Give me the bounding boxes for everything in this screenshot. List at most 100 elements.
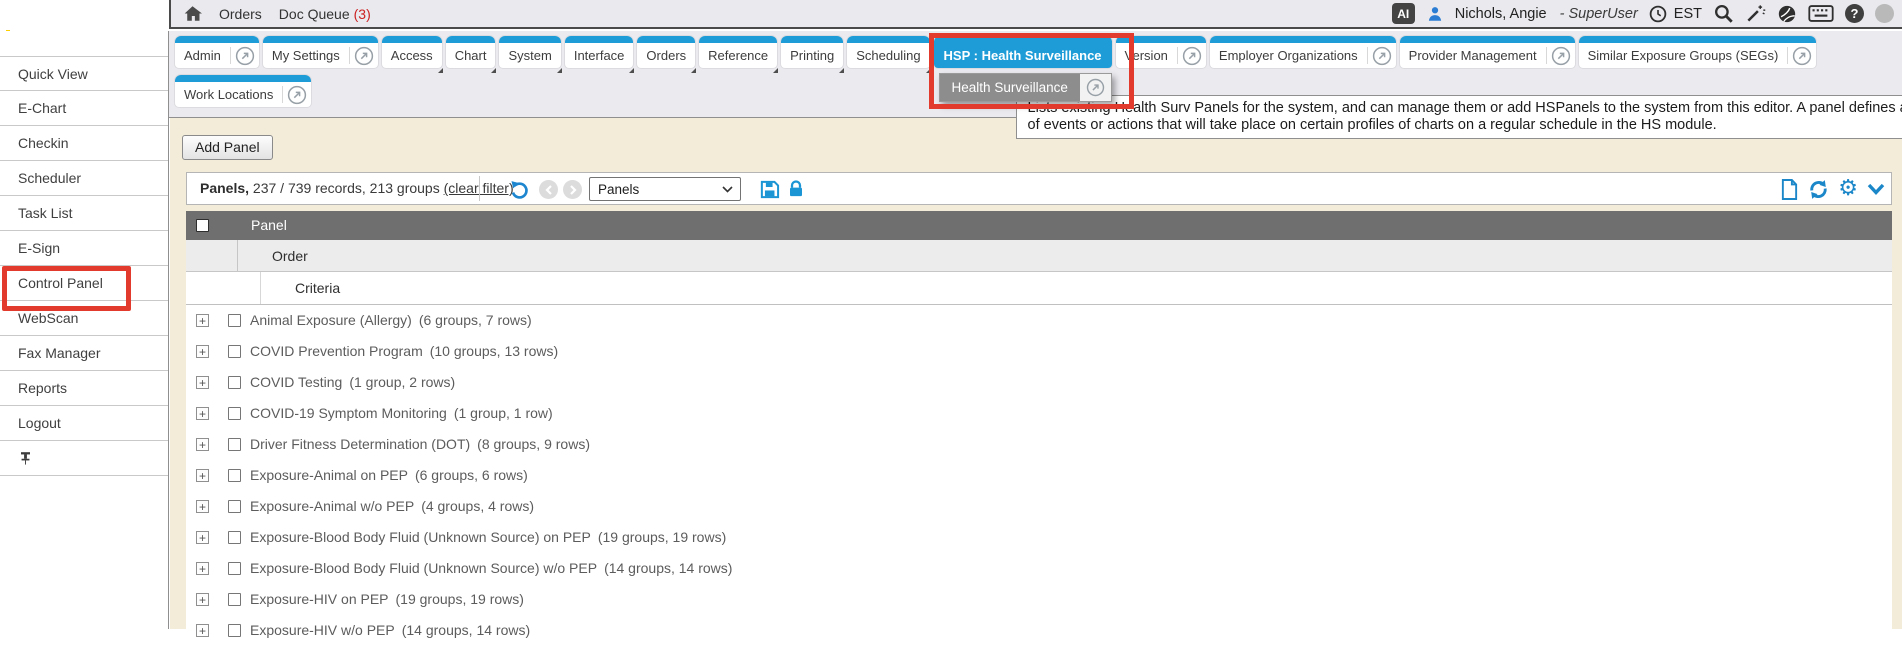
menu-item-health-surveillance[interactable]: Health Surveillance <box>939 73 1112 102</box>
popout-icon[interactable] <box>1788 46 1816 66</box>
expand-icon[interactable]: + <box>196 469 209 482</box>
table-row[interactable]: + Exposure-Blood Body Fluid (Unknown Sou… <box>186 522 1892 553</box>
popout-icon[interactable] <box>1547 46 1575 66</box>
tab-reference[interactable]: Reference <box>699 36 777 68</box>
sidebar-pin-toggle[interactable] <box>0 441 168 476</box>
collapse-chevron-icon[interactable] <box>1867 183 1885 195</box>
row-checkbox[interactable] <box>228 376 241 389</box>
row-checkbox[interactable] <box>228 531 241 544</box>
table-row[interactable]: + Exposure-Animal on PEP(6 groups, 6 row… <box>186 460 1892 491</box>
tab-provider-management[interactable]: Provider Management <box>1400 36 1575 68</box>
add-panel-button[interactable]: Add Panel <box>182 135 273 160</box>
expand-icon[interactable]: + <box>196 500 209 513</box>
tab-version[interactable]: Version <box>1116 36 1206 68</box>
table-row[interactable]: + Exposure-Blood Body Fluid (Unknown Sou… <box>186 553 1892 584</box>
sidebar-item-e-sign[interactable]: E-Sign <box>0 231 168 266</box>
popout-icon[interactable] <box>283 85 311 105</box>
tab-access[interactable]: Access <box>382 36 442 68</box>
sidebar-item-fax-manager[interactable]: Fax Manager <box>0 336 168 371</box>
expand-icon[interactable]: + <box>196 345 209 358</box>
nav-orders[interactable]: Orders <box>219 6 262 22</box>
sidebar-item-control-panel[interactable]: Control Panel <box>0 266 168 301</box>
expand-icon[interactable]: + <box>196 407 209 420</box>
popout-icon[interactable] <box>1178 46 1206 66</box>
sidebar-item-webscan[interactable]: WebScan <box>0 301 168 336</box>
table-row[interactable]: + COVID Testing(1 group, 2 rows) <box>186 367 1892 398</box>
expand-icon[interactable]: + <box>196 314 209 327</box>
table-row[interactable]: + Exposure-Animal w/o PEP(4 groups, 4 ro… <box>186 491 1892 522</box>
popout-icon[interactable] <box>231 46 259 66</box>
table-row[interactable]: + Driver Fitness Determination (DOT)(8 g… <box>186 429 1892 460</box>
sidebar-item-reports[interactable]: Reports <box>0 371 168 406</box>
row-checkbox[interactable] <box>228 314 241 327</box>
tab-admin[interactable]: Admin <box>175 36 259 68</box>
expand-icon[interactable]: + <box>196 624 209 637</box>
sidebar-item-e-chart[interactable]: E-Chart <box>0 91 168 126</box>
tab-orders[interactable]: Orders <box>637 36 695 68</box>
view-select[interactable]: Panels <box>589 177 741 201</box>
expand-icon[interactable]: + <box>196 562 209 575</box>
sidebar-item-logout[interactable]: Logout <box>0 406 168 441</box>
row-checkbox[interactable] <box>228 438 241 451</box>
help-icon[interactable]: ? <box>1845 4 1864 23</box>
sidebar-item-checkin[interactable]: Checkin <box>0 126 168 161</box>
expand-icon[interactable]: + <box>196 531 209 544</box>
new-document-icon[interactable] <box>1780 178 1799 201</box>
sidebar-item-task-list[interactable]: Task List <box>0 196 168 231</box>
keyboard-icon[interactable] <box>1808 5 1834 22</box>
tab-chart[interactable]: Chart <box>446 36 496 68</box>
undo-icon[interactable] <box>509 179 530 200</box>
expand-icon[interactable]: + <box>196 438 209 451</box>
next-page-icon[interactable] <box>563 180 582 199</box>
clock-icon[interactable] <box>1649 5 1667 23</box>
settings-gear-icon[interactable]: ⚙ <box>1838 175 1858 201</box>
records-summary-title: Panels, <box>200 180 249 196</box>
select-all-checkbox[interactable] <box>196 219 209 232</box>
ai-badge[interactable]: AI <box>1392 3 1415 24</box>
sidebar-item-scheduler[interactable]: Scheduler <box>0 161 168 196</box>
row-checkbox[interactable] <box>228 345 241 358</box>
prev-page-icon[interactable] <box>539 180 558 199</box>
sidebar-item-quick-view[interactable]: Quick View <box>0 56 168 91</box>
status-dot <box>1875 4 1894 23</box>
save-icon[interactable] <box>759 179 780 200</box>
tab-interface[interactable]: Interface <box>565 36 634 68</box>
tab-hsp-health-surveillance[interactable]: HSP : Health Surveillance <box>934 36 1112 68</box>
expand-icon[interactable]: + <box>196 376 209 389</box>
table-row[interactable]: + Exposure-HIV on PEP(19 groups, 19 rows… <box>186 584 1892 615</box>
row-checkbox[interactable] <box>228 624 241 637</box>
tab-scheduling[interactable]: Scheduling <box>847 36 929 68</box>
panel-meta: (8 groups, 9 rows) <box>477 436 590 452</box>
row-checkbox[interactable] <box>228 407 241 420</box>
table-row[interactable]: + Exposure-HIV w/o PEP(14 groups, 14 row… <box>186 615 1892 646</box>
row-checkbox[interactable] <box>228 500 241 513</box>
wand-icon[interactable] <box>1745 3 1766 24</box>
tab-system[interactable]: System <box>499 36 560 68</box>
row-checkbox[interactable] <box>228 562 241 575</box>
tab-work-locations[interactable]: Work Locations <box>175 75 311 107</box>
tab-employer-organizations[interactable]: Employer Organizations <box>1210 36 1396 68</box>
table-row[interactable]: + COVID Prevention Program(10 groups, 13… <box>186 336 1892 367</box>
home-icon[interactable] <box>183 5 202 22</box>
search-icon[interactable] <box>1713 3 1734 24</box>
panel-name: Exposure-Blood Body Fluid (Unknown Sourc… <box>250 560 597 576</box>
expand-icon[interactable]: + <box>196 593 209 606</box>
table-row[interactable]: + COVID-19 Symptom Monitoring(1 group, 1… <box>186 398 1892 429</box>
tab-my-settings[interactable]: My Settings <box>263 36 378 68</box>
row-checkbox[interactable] <box>228 593 241 606</box>
refresh-icon[interactable] <box>1807 178 1830 201</box>
top-bar-user-area: AI Nichols, Angie - SuperUser EST ? <box>1392 3 1894 24</box>
tab-similar-exposure-groups[interactable]: Similar Exposure Groups (SEGs) <box>1579 36 1817 68</box>
globe-icon[interactable] <box>1777 4 1797 24</box>
lock-icon[interactable] <box>786 178 806 200</box>
table-header-row: Panel <box>186 211 1892 240</box>
nav-doc-queue[interactable]: Doc Queue(3) <box>279 6 371 22</box>
popout-icon[interactable] <box>350 46 378 66</box>
row-checkbox[interactable] <box>228 469 241 482</box>
panel-meta: (1 group, 2 rows) <box>349 374 455 390</box>
records-summary: Panels, 237 / 739 records, 213 groups (c… <box>200 173 514 204</box>
tab-printing[interactable]: Printing <box>781 36 843 68</box>
popout-icon[interactable] <box>1368 46 1396 66</box>
popout-icon[interactable] <box>1080 74 1111 101</box>
table-row[interactable]: + Animal Exposure (Allergy)(6 groups, 7 … <box>186 305 1892 336</box>
